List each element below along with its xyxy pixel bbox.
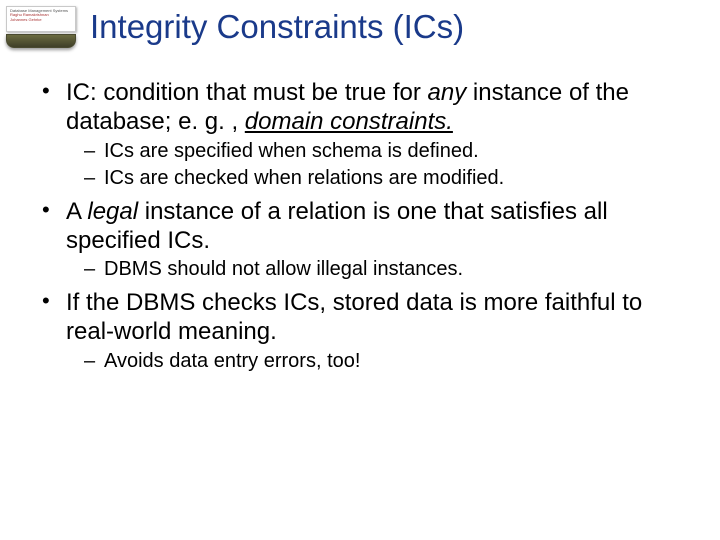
logo-card: Database Management Systems Raghu Ramakr…: [6, 6, 76, 32]
bullet-1-sub-1: ICs are specified when schema is defined…: [40, 139, 690, 164]
bullet-1-em2: domain constraints.: [245, 108, 453, 135]
slide-body: IC: condition that must be true for any …: [40, 78, 690, 380]
bullet-1-sub-2: ICs are checked when relations are modif…: [40, 166, 690, 191]
bullet-1: IC: condition that must be true for any …: [40, 78, 690, 137]
bullet-group-1: IC: condition that must be true for any …: [40, 78, 690, 191]
bullet-2-sub-1: DBMS should not allow illegal instances.: [40, 257, 690, 282]
bullet-2-text-mid: instance of a relation is one that satis…: [66, 198, 608, 254]
logo-text-3: Johannes Gehrke: [10, 18, 72, 22]
bullet-3-sub-1: Avoids data entry errors, too!: [40, 349, 690, 374]
logo-book-icon: Database Management Systems Raghu Ramakr…: [6, 6, 78, 48]
logo-base: [6, 34, 76, 48]
bullet-1-text-pre: IC: condition that must be true for: [66, 79, 428, 106]
bullet-group-2: A legal instance of a relation is one th…: [40, 197, 690, 283]
slide-title: Integrity Constraints (ICs): [90, 8, 700, 46]
bullet-2-em1: legal: [87, 198, 138, 225]
bullet-3-text-pre: If the DBMS checks ICs, stored data is m…: [66, 289, 642, 345]
bullet-3: If the DBMS checks ICs, stored data is m…: [40, 288, 690, 347]
bullet-1-em1: any: [428, 79, 467, 106]
bullet-group-3: If the DBMS checks ICs, stored data is m…: [40, 288, 690, 374]
slide: Database Management Systems Raghu Ramakr…: [0, 0, 720, 540]
bullet-2-text-pre: A: [66, 198, 87, 225]
bullet-2: A legal instance of a relation is one th…: [40, 197, 690, 256]
